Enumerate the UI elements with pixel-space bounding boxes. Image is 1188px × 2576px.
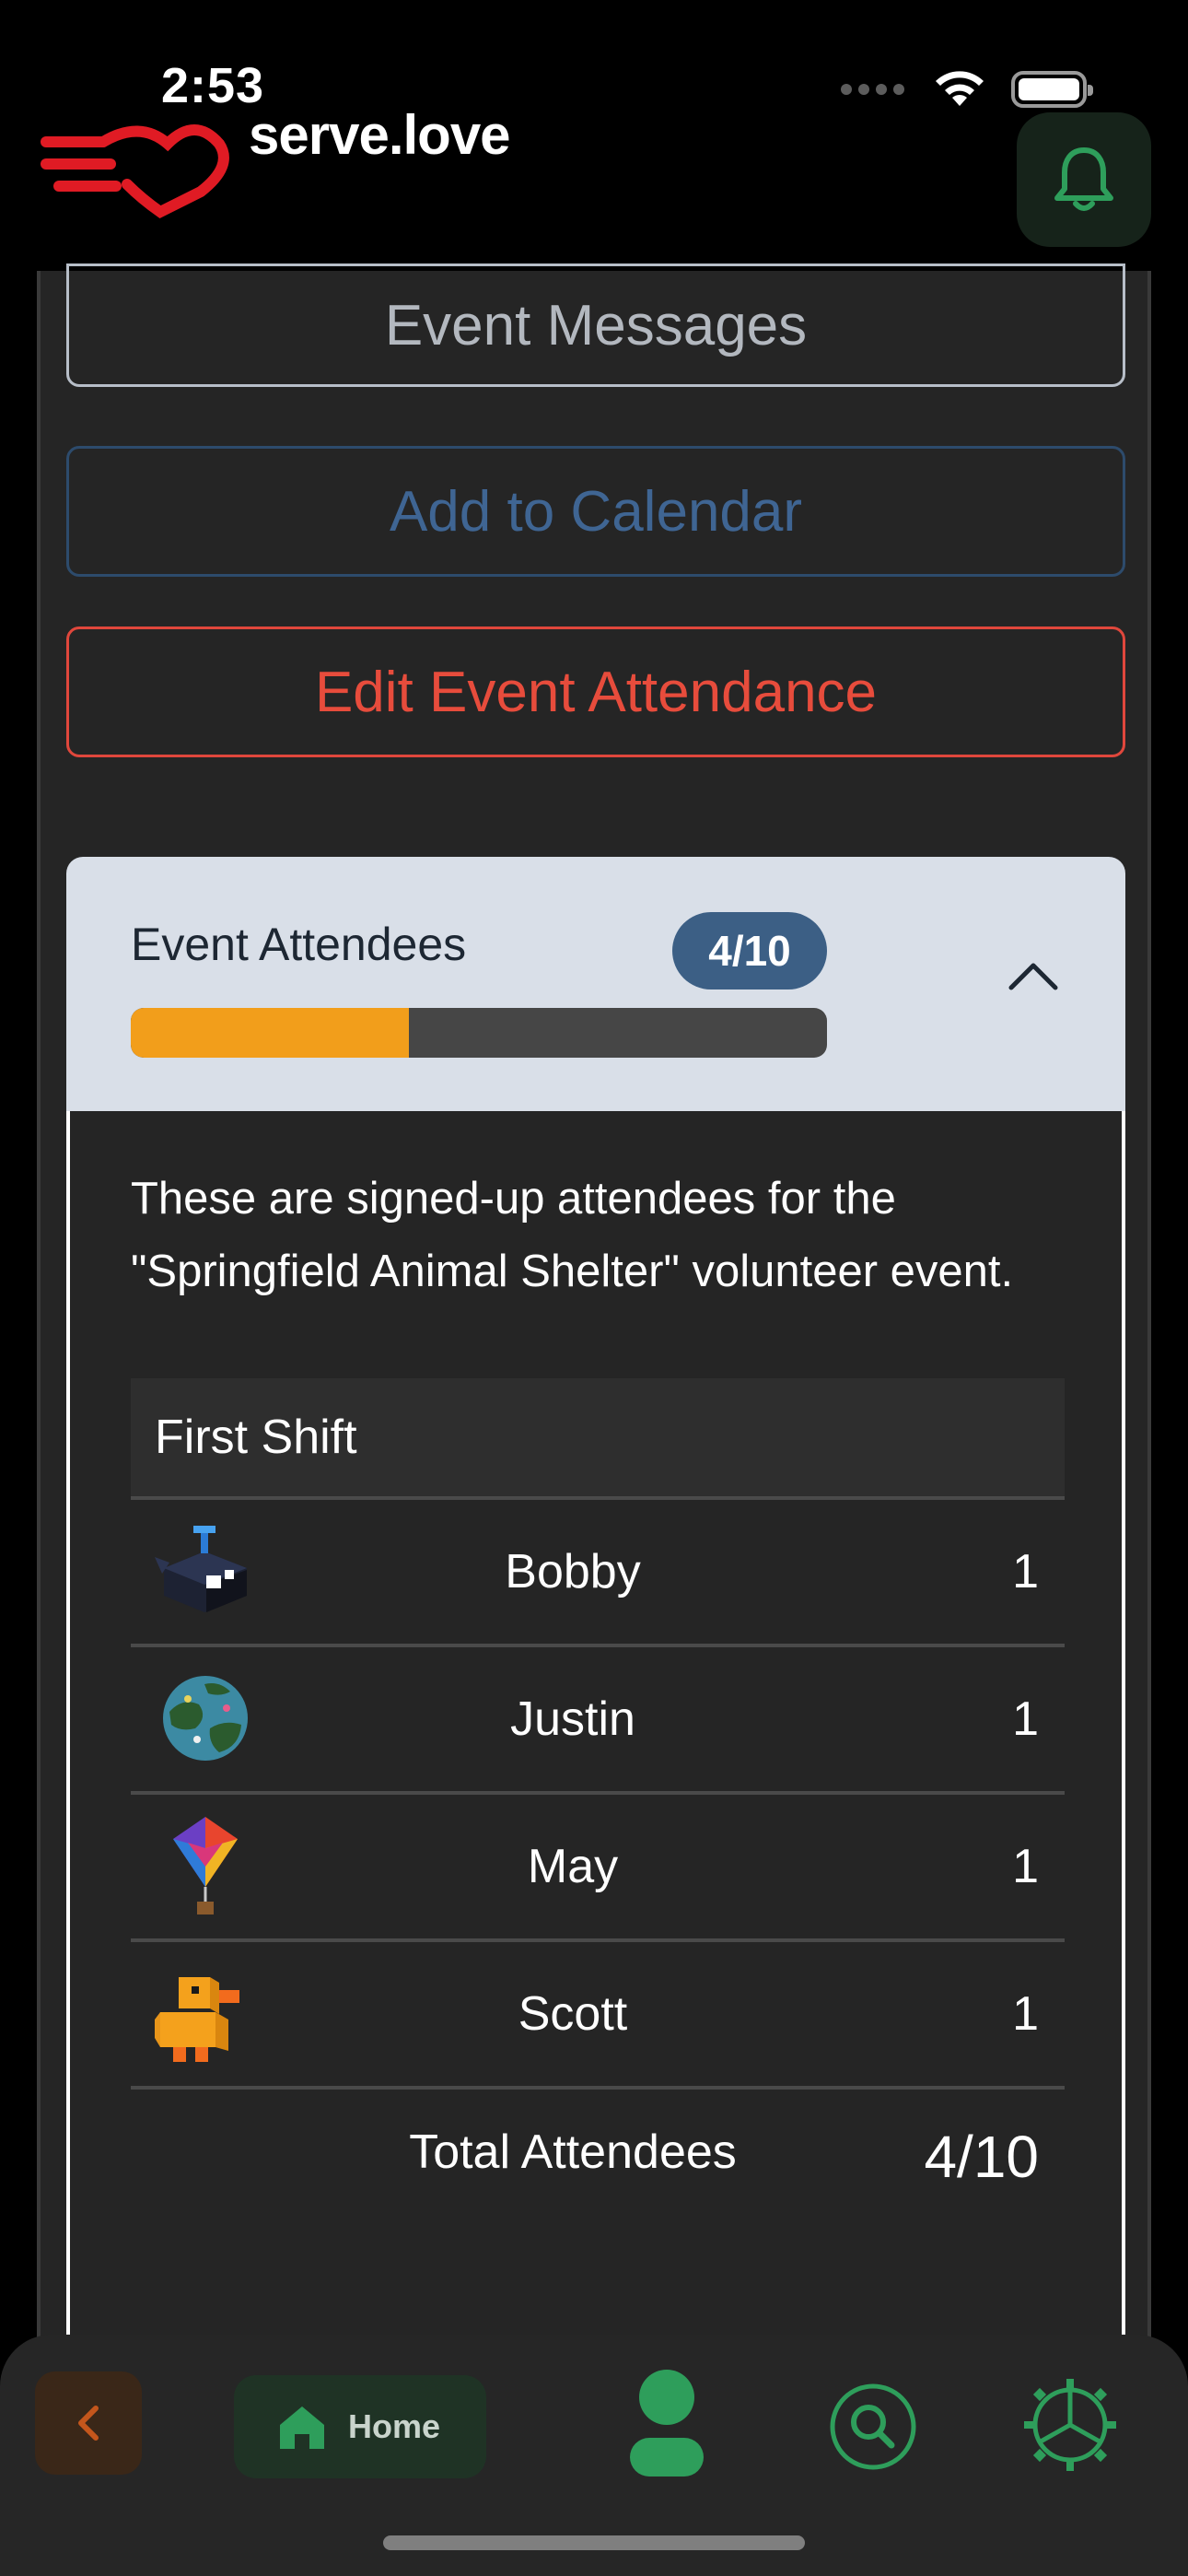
total-attendees-row: Total Attendees 4/10 [131, 2090, 1065, 2228]
chevron-up-icon[interactable] [1006, 956, 1061, 993]
attendance-progress-fill [131, 1008, 410, 1058]
wifi-icon [936, 71, 984, 106]
back-button[interactable] [35, 2371, 142, 2475]
chevron-left-icon [78, 2406, 99, 2441]
shift-header: First Shift [131, 1378, 1065, 1500]
serve-love-logo [41, 124, 229, 218]
attendee-name: May [527, 1840, 619, 1893]
tab-home[interactable]: Home [234, 2375, 486, 2478]
search-icon[interactable] [827, 2381, 919, 2473]
brand-name: serve.love [249, 104, 511, 166]
tab-home-label: Home [348, 2407, 441, 2445]
kite-avatar-icon [173, 1817, 238, 1914]
event-attendees-header[interactable]: Event Attendees 4/10 [66, 857, 1125, 1111]
attendee-row: Scott 1 [131, 1942, 1065, 2090]
attendee-count: 1 [1012, 1840, 1039, 1893]
planet-avatar-icon [163, 1676, 248, 1761]
event-messages-button[interactable]: Event Messages [66, 263, 1125, 387]
attendee-name: Justin [510, 1692, 635, 1746]
attendee-row: Justin 1 [131, 1647, 1065, 1795]
home-indicator [383, 2535, 805, 2550]
duck-avatar-icon [155, 1977, 239, 2062]
attendee-row: May 1 [131, 1795, 1065, 1942]
attendees-description: These are signed-up attendees for the "S… [131, 1174, 1014, 1296]
edit-event-attendance-button[interactable]: Edit Event Attendance [66, 626, 1125, 757]
notifications-button[interactable] [1017, 112, 1151, 247]
whale-avatar-icon [155, 1526, 247, 1612]
attendee-row: Bobby 1 [131, 1500, 1065, 1647]
event-detail-panel: Event Messages Add to Calendar Edit Even… [37, 263, 1151, 2408]
attendee-count: 1 [1012, 1987, 1039, 2041]
attendance-progress-bar [131, 1008, 827, 1058]
event-attendees-body: These are signed-up attendees for the "S… [66, 1111, 1125, 2370]
profile-icon[interactable] [623, 2362, 711, 2482]
home-icon [280, 2406, 324, 2449]
cellular-signal-icon [841, 84, 904, 95]
shift-table: First Shift Bobby 1 Justin 1 May 1 Scott… [131, 1378, 1065, 2228]
battery-icon [1011, 71, 1093, 108]
attendee-name: Scott [518, 1987, 628, 2041]
total-attendees-value: 4/10 [924, 2124, 1039, 2190]
attendee-name: Bobby [505, 1545, 641, 1598]
add-to-calendar-button[interactable]: Add to Calendar [66, 446, 1125, 577]
attendee-count-badge: 4/10 [672, 912, 827, 989]
attendee-count: 1 [1012, 1692, 1039, 1746]
event-attendees-card: Event Attendees 4/10 These are signed-up… [66, 857, 1125, 2370]
settings-gear-icon[interactable] [1022, 2377, 1118, 2473]
attendee-count: 1 [1012, 1545, 1039, 1598]
event-attendees-title: Event Attendees [131, 919, 467, 970]
total-attendees-label: Total Attendees [409, 2125, 737, 2179]
status-icons [841, 66, 1093, 112]
bell-icon [1054, 147, 1113, 211]
